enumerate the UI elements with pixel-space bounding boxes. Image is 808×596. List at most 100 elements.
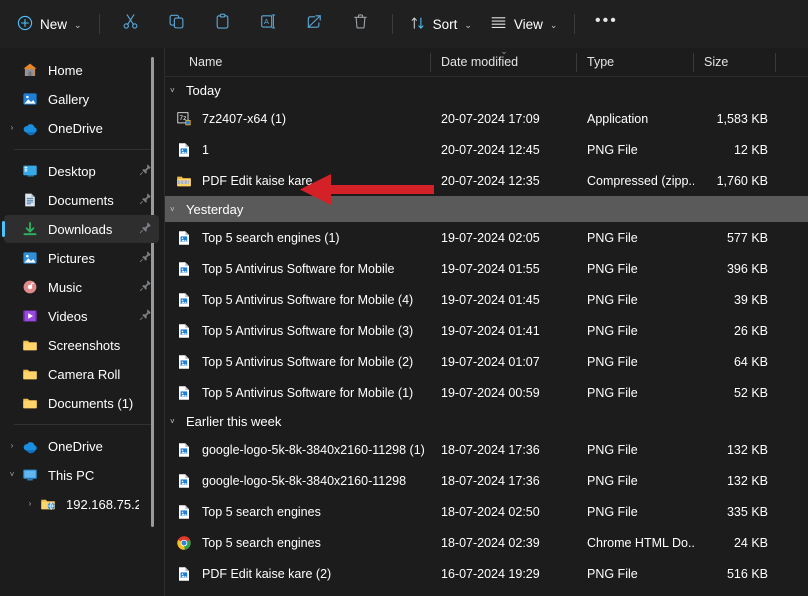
png-file-icon [176,323,192,339]
thispc-icon [20,467,40,483]
table-row[interactable]: Top 5 Antivirus Software for Mobile (4) 1… [165,284,808,315]
column-header-size[interactable]: Size [694,48,776,77]
sidebar-item-label: 192.168.75.248 [66,496,139,512]
table-row[interactable]: Top 5 search engines 18-07-2024 02:39 Chro… [165,527,808,558]
pin-icon[interactable] [139,221,153,237]
file-date-cell: 19-07-2024 01:07 [441,354,540,369]
new-button[interactable]: New ⌄ [8,8,91,40]
sevenzip-file-icon: 7z [176,111,192,127]
column-header-name-label: Name [189,55,223,69]
file-name-label: Top 5 Antivirus Software for Mobile (3) [202,323,414,338]
sidebar-item-label: Home [48,62,83,78]
file-name-label: Top 5 search engines [202,535,321,550]
file-type-cell: PNG File [587,261,638,276]
file-name-label: 1 [202,142,209,157]
sidebar-item-label: Pictures [48,250,95,266]
cut-button[interactable] [111,8,151,40]
file-date-cell: 18-07-2024 17:36 [441,442,540,457]
table-row[interactable]: Top 5 Antivirus Software for Mobile (2) 1… [165,346,808,377]
sidebar-item-documents[interactable]: Documents [4,186,159,214]
chevron-right-icon[interactable]: › [22,500,38,508]
navigation-pane[interactable]: Home Gallery › OneDrive Desktop Documents Down… [0,48,165,596]
file-type-cell: PNG File [587,354,638,369]
sort-button-label: Sort [432,16,458,32]
paste-icon [214,13,231,35]
file-name-cell: Top 5 search engines [165,504,431,520]
chevron-down-icon[interactable]: ˅ [4,471,20,479]
table-row[interactable]: Top 5 Antivirus Software for Mobile (3) 1… [165,315,808,346]
ellipsis-icon: ••• [595,12,618,29]
file-size-cell: 26 KB [733,323,768,338]
file-name-label: Top 5 Antivirus Software for Mobile (2) [202,354,414,369]
pin-icon[interactable] [139,192,153,208]
pin-icon[interactable] [139,279,153,295]
sidebar-item-192-168-75-248[interactable]: › 192.168.75.248 [4,490,159,518]
group-header[interactable]: ˅ Yesterday [165,196,808,222]
table-row[interactable]: PDF Edit kaise kare 20-07-2024 12:35 Compr… [165,165,808,196]
file-date-cell: 19-07-2024 02:05 [441,230,540,245]
sidebar-item-pictures[interactable]: Pictures [4,244,159,272]
sidebar-item-onedrive[interactable]: › OneDrive [4,114,159,142]
sidebar-item-label: Gallery [48,91,90,107]
group-header-label: Today [186,82,221,98]
sidebar-item-videos[interactable]: Videos [4,302,159,330]
sidebar-item-desktop[interactable]: Desktop [4,157,159,185]
folder-icon [20,395,40,411]
table-row[interactable]: Top 5 Antivirus Software for Mobile 19-07… [165,253,808,284]
chevron-right-icon[interactable]: › [4,442,20,450]
paste-button[interactable] [203,8,243,40]
delete-button[interactable] [341,8,381,40]
group-header-label: Earlier this week [186,413,282,429]
sidebar-divider [164,48,165,596]
column-header-name[interactable]: Name [165,48,431,77]
sidebar-item-onedrive[interactable]: › OneDrive [4,432,159,460]
sidebar-item-this-pc[interactable]: ˅ This PC [4,461,159,489]
sidebar-item-music[interactable]: Music [4,273,159,301]
sidebar-item-camera-roll[interactable]: Camera Roll [4,360,159,388]
png-file-icon [176,442,192,458]
column-header-type[interactable]: Type [577,48,694,77]
toolbar-separator [574,14,576,34]
file-type-cell: PNG File [587,230,638,245]
table-row[interactable]: Top 5 search engines (1) 19-07-2024 02:05… [165,222,808,253]
pin-icon[interactable] [139,308,153,324]
copy-button[interactable] [157,8,197,40]
view-button[interactable]: View ⌄ [481,8,567,40]
sidebar-separator [14,424,151,425]
chevron-down-icon: ⌄ [74,19,82,30]
sidebar-item-label: Documents (1) [48,395,134,411]
table-row[interactable]: Top 5 Antivirus Software for Mobile (1) 1… [165,377,808,408]
pin-icon[interactable] [139,250,153,266]
share-button[interactable] [295,8,335,40]
table-row[interactable]: Top 5 search engines 18-07-2024 02:50 PNG … [165,496,808,527]
chevron-down-icon[interactable]: ˅ [170,87,186,95]
sidebar-item-documents-1[interactable]: Documents (1) [4,389,159,417]
table-row[interactable]: 7z 7z2407-x64 (1) 20-07-2024 17:09 Applicat… [165,103,808,134]
home-icon [20,62,40,78]
table-row[interactable]: PDF Edit kaise kare (2) 16-07-2024 19:29 P… [165,558,808,589]
chevron-right-icon[interactable]: › [4,124,20,132]
plus-circle-icon [17,15,33,34]
chevron-down-icon[interactable]: ˅ [170,206,186,214]
more-options-button[interactable]: ••• [586,8,626,40]
sort-button[interactable]: Sort ⌄ [401,8,481,40]
group-header[interactable]: ˅ Earlier this week [165,408,808,434]
group-header[interactable]: ˅ Today [165,77,808,103]
sidebar-item-gallery[interactable]: Gallery [4,85,159,113]
chevron-down-icon[interactable]: ˅ [170,418,186,426]
file-date-cell: 20-07-2024 12:45 [441,142,540,157]
column-header-date-modified[interactable]: ⌄ Date modified [431,48,577,77]
pin-icon[interactable] [139,163,153,179]
explorer-body: Home Gallery › OneDrive Desktop Documents Down… [0,48,808,596]
sidebar-item-home[interactable]: Home [4,56,159,84]
downloads-icon [20,221,40,237]
sidebar-item-downloads[interactable]: Downloads [2,215,159,243]
table-row[interactable]: google-logo-5k-8k-3840x2160-11298 18-07-2… [165,465,808,496]
sidebar-item-screenshots[interactable]: Screenshots [4,331,159,359]
table-row[interactable]: google-logo-5k-8k-3840x2160-11298 (1) 18-… [165,434,808,465]
table-row[interactable]: 1 20-07-2024 12:45 PNG File 12 KB [165,134,808,165]
sidebar-item-label: Downloads [48,221,113,237]
file-name-cell: google-logo-5k-8k-3840x2160-11298 (1) [165,442,431,458]
rename-button[interactable]: A [249,8,289,40]
file-list-pane: Name ⌄ Date modified Type Size ˅ Today 7… [165,48,808,596]
